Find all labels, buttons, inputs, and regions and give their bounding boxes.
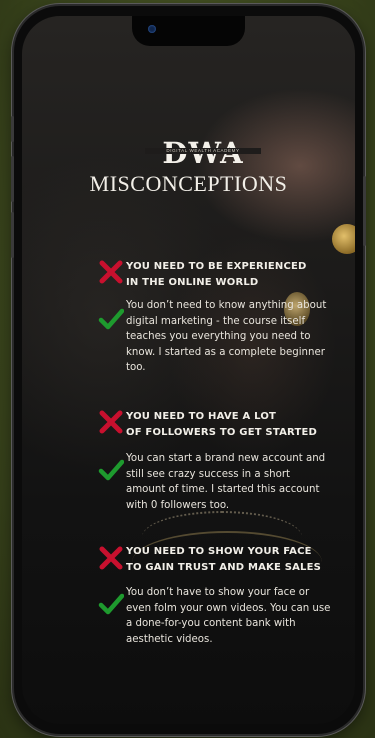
red-x-icon <box>99 260 123 284</box>
misconceptions-post: DWA DIGITAL WEALTH ACADEMY MISCONCEPTION… <box>22 16 355 724</box>
page-title: MISCONCEPTIONS <box>89 171 288 196</box>
green-checkmark-icon <box>98 459 124 481</box>
myth-heading-3: YOU NEED TO SHOW YOUR FACE TO GAIN TRUST… <box>126 546 322 573</box>
phone-frame: DWA DIGITAL WEALTH ACADEMY MISCONCEPTION… <box>11 6 366 734</box>
volume-up-button <box>11 156 14 202</box>
mute-switch <box>11 116 14 142</box>
power-button <box>363 176 366 246</box>
myth-heading-2: YOU NEED TO HAVE A LOT OF FOLLOWERS TO G… <box>126 411 318 438</box>
truth-text-3: You don’t have to show your face or even… <box>126 587 331 645</box>
camera-icon <box>148 25 156 33</box>
volume-down-button <box>11 212 14 258</box>
truth-text-1: You don’t need to know anything about di… <box>126 300 327 373</box>
green-checkmark-icon <box>98 593 124 615</box>
truth-text-2: You can start a brand new account and st… <box>126 453 326 511</box>
red-x-icon <box>99 546 123 570</box>
logo-tagline: DIGITAL WEALTH ACADEMY <box>145 148 261 154</box>
red-x-icon <box>99 410 123 434</box>
myth-heading-1: YOU NEED TO BE EXPERIENCED IN THE ONLINE… <box>126 261 307 288</box>
green-checkmark-icon <box>98 308 124 330</box>
phone-screen: DWA DIGITAL WEALTH ACADEMY MISCONCEPTION… <box>22 16 355 724</box>
dwa-logo: DWA DIGITAL WEALTH ACADEMY <box>142 136 264 170</box>
